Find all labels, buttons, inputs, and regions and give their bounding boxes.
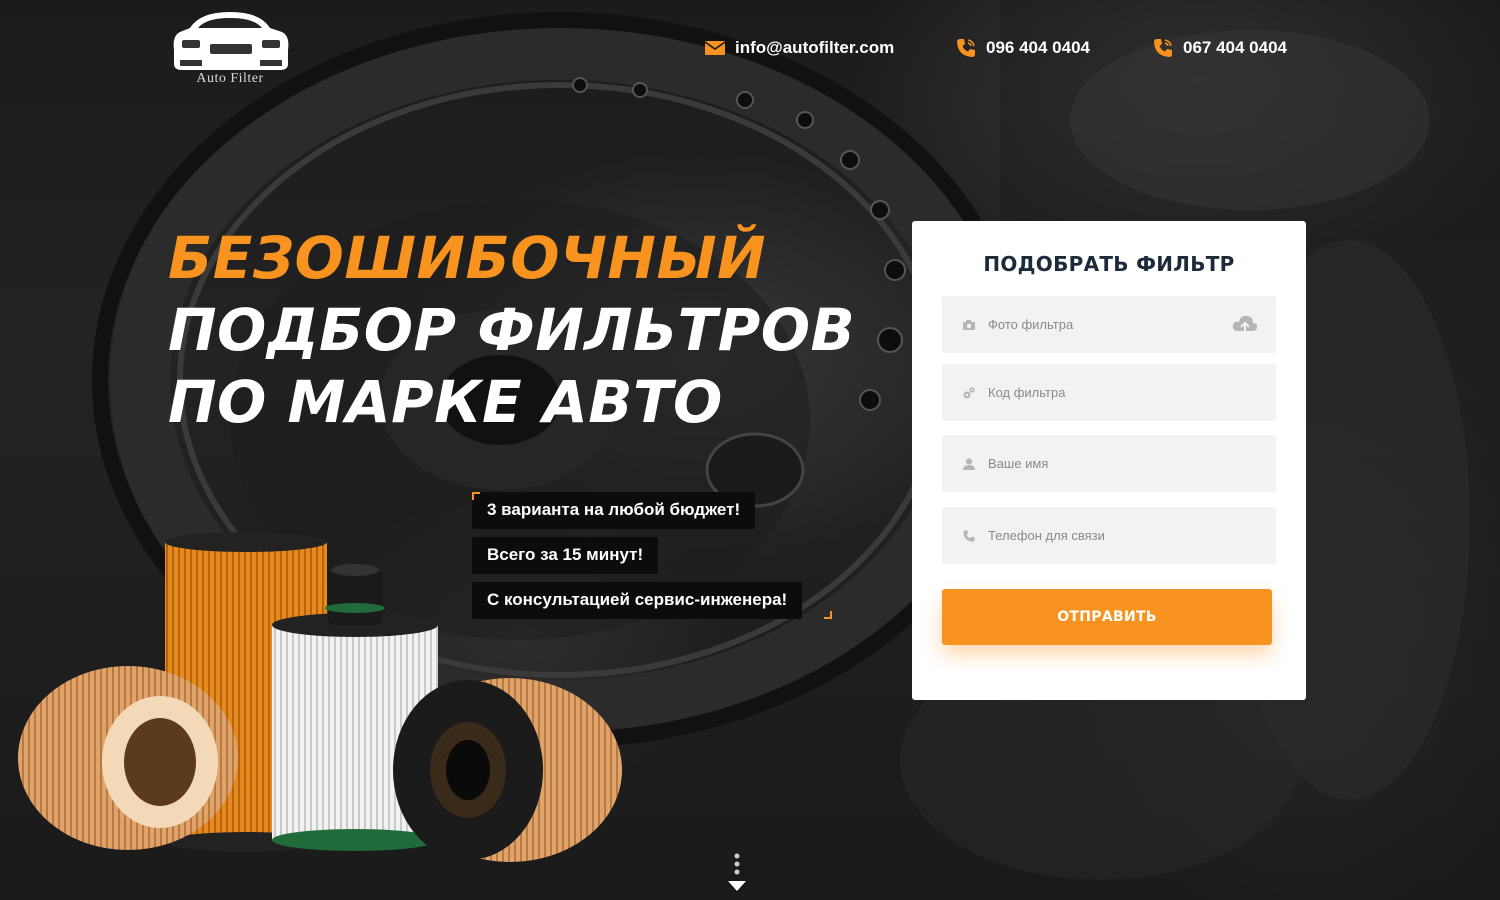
scroll-down-icon	[728, 853, 746, 891]
site-logo[interactable]: Auto Filter	[170, 10, 292, 88]
envelope-icon	[705, 41, 725, 55]
gears-icon	[963, 386, 975, 398]
phone-link-2[interactable]: 067 404 0404	[1153, 38, 1287, 58]
photo-input[interactable]	[988, 296, 1228, 353]
filter-code-field[interactable]	[942, 364, 1276, 421]
headline-line-3: ПО МАРКЕ АВТО	[168, 368, 723, 436]
logo-text: Auto Filter	[196, 71, 264, 86]
phone-icon	[957, 39, 975, 57]
name-field[interactable]	[942, 435, 1276, 492]
filter-request-form: ПОДОБРАТЬ ФИЛЬТР ОТПРАВИТЬ	[912, 221, 1306, 700]
photo-upload-field[interactable]	[942, 296, 1276, 353]
cloud-upload-icon[interactable]	[1232, 315, 1258, 335]
name-input[interactable]	[988, 435, 1228, 492]
oil-filters-image	[10, 530, 630, 875]
phone-link-1[interactable]: 096 404 0404	[956, 38, 1090, 58]
phone-icon	[963, 530, 975, 542]
scroll-down-indicator[interactable]	[726, 852, 748, 899]
form-title: ПОДОБРАТЬ ФИЛЬТР	[983, 252, 1235, 276]
headline-accent: БЕЗОШИБОЧНЫЙ	[168, 224, 767, 292]
car-logo-icon	[173, 12, 289, 70]
camera-icon	[963, 319, 975, 330]
phone-field[interactable]	[942, 507, 1276, 564]
filter-code-input[interactable]	[988, 364, 1228, 421]
phone-2-text: 067 404 0404	[1183, 38, 1287, 57]
submit-button[interactable]: ОТПРАВИТЬ	[942, 589, 1272, 645]
hero-headline: БЕЗОШИБОЧНЫЙ ПОДБОР ФИЛЬТРОВ ПО МАРКЕ АВ…	[168, 222, 855, 438]
corner-decoration	[824, 611, 832, 619]
phone-icon	[1154, 39, 1172, 57]
phone-input[interactable]	[988, 507, 1228, 564]
corner-decoration	[472, 492, 480, 500]
headline-line-2: ПОДБОР ФИЛЬТРОВ	[168, 296, 856, 364]
email-text: info@autofilter.com	[735, 38, 895, 57]
feature-item: 3 варианта на любой бюджет!	[472, 492, 756, 529]
user-icon	[963, 458, 975, 470]
email-link[interactable]: info@autofilter.com	[705, 38, 894, 58]
phone-1-text: 096 404 0404	[986, 38, 1090, 57]
